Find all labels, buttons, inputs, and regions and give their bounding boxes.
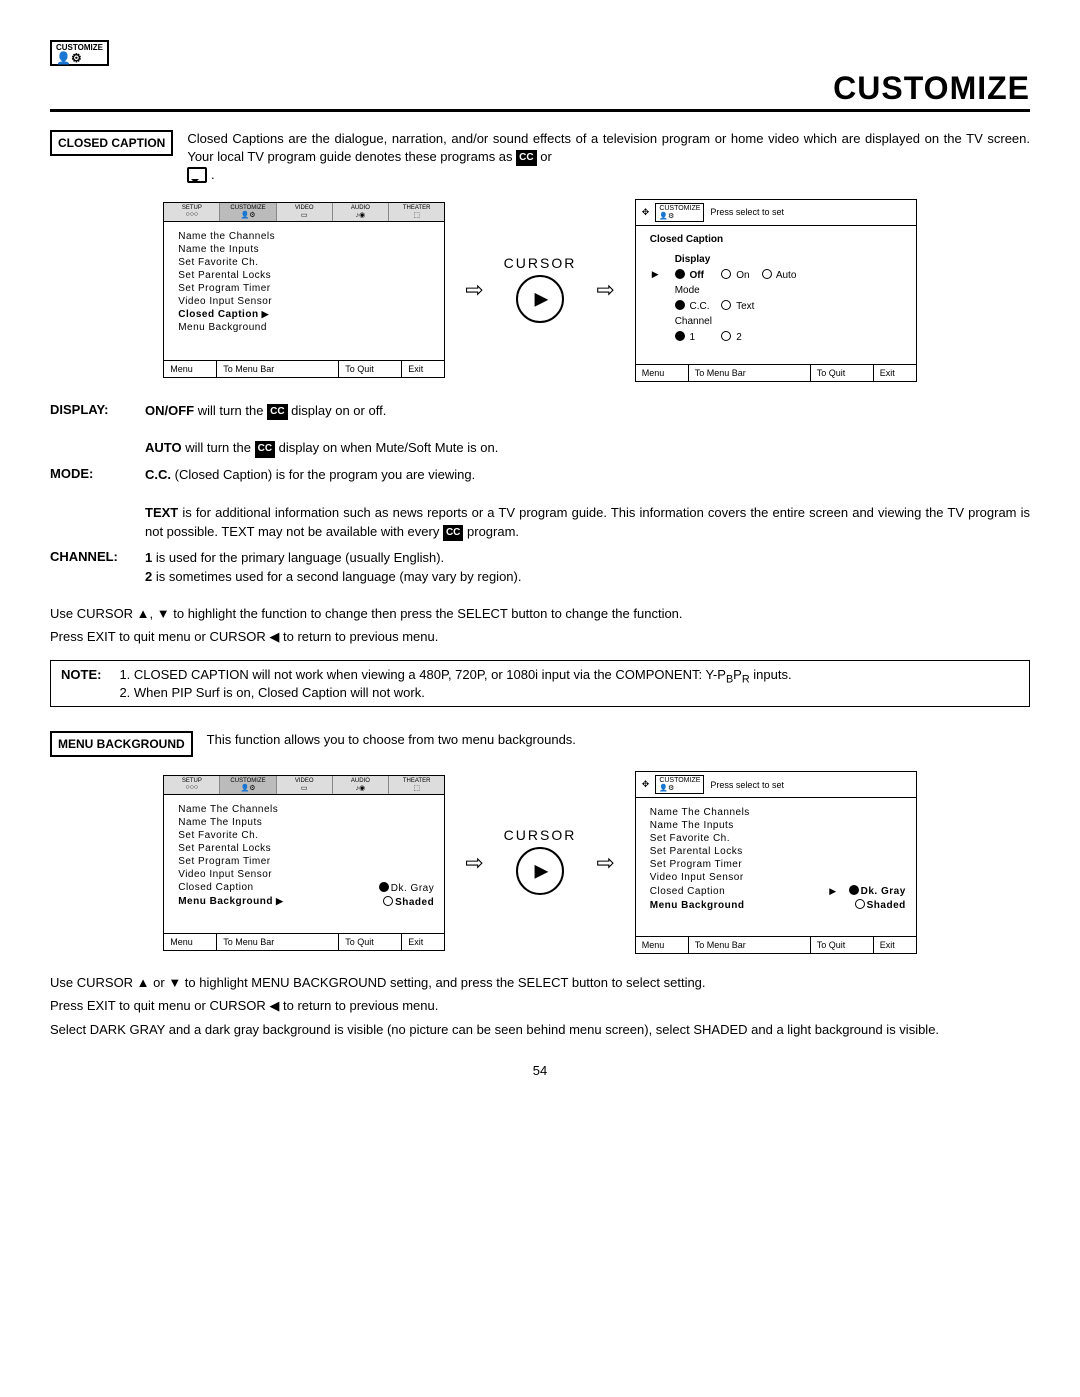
arrow-icon: ⇨	[596, 277, 614, 303]
menu-item[interactable]: Name the Channels	[178, 230, 434, 243]
cc-instruction-1: Use CURSOR ▲, ▼ to highlight the functio…	[50, 605, 1030, 623]
mb-instruction-1: Use CURSOR ▲ or ▼ to highlight MENU BACK…	[50, 974, 1030, 992]
foot-menu: Menu	[164, 361, 217, 377]
arrow-icon: ⇨	[465, 277, 483, 303]
cc-instruction-2: Press EXIT to quit menu or CURSOR ◀ to r…	[50, 628, 1030, 646]
foot-quit: To Quit	[339, 361, 402, 377]
corner-customize-icon: CUSTOMIZE👤⚙	[50, 40, 109, 66]
cc-badge-icon: CC	[516, 150, 536, 166]
speech-bubble-icon	[187, 167, 207, 183]
arrow-icon: ⇨	[465, 850, 483, 876]
term-channel: CHANNEL:	[50, 549, 145, 587]
menu-item[interactable]: Name the Inputs	[178, 243, 434, 256]
tab-setup[interactable]: SETUP○○○	[164, 203, 220, 221]
cursor-right-button[interactable]	[516, 847, 564, 895]
cursor-label: CURSOR	[504, 255, 577, 271]
note-box: NOTE: 1. CLOSED CAPTION will not work wh…	[50, 660, 1030, 708]
desc-mode: C.C. (Closed Caption) is for the program…	[145, 466, 1030, 541]
osd-customize-menu: SETUP○○○ CUSTOMIZE👤⚙ VIDEO▭ AUDIO♪◉ THEA…	[163, 202, 445, 378]
page-title: CUSTOMIZE	[50, 70, 1030, 112]
desc-channel: 1 is used for the primary language (usua…	[145, 549, 1030, 587]
mb-instruction-2: Press EXIT to quit menu or CURSOR ◀ to r…	[50, 997, 1030, 1015]
mb-instruction-3: Select DARK GRAY and a dark gray backgro…	[50, 1021, 1030, 1039]
foot-exit: Exit	[402, 361, 444, 377]
term-display: DISPLAY:	[50, 402, 145, 459]
osd-mb-right: ✥ CUSTOMIZE👤⚙ Press select to set Name T…	[635, 771, 917, 954]
menu-item[interactable]: Set Favorite Ch.	[178, 256, 434, 269]
arrow-icon: ⇨	[596, 850, 614, 876]
menu-item[interactable]: Menu Background	[178, 321, 434, 334]
mb-intro: This function allows you to choose from …	[207, 731, 576, 749]
cc-intro-text: Closed Captions are the dialogue, narrat…	[187, 130, 1030, 185]
osd-mb-left: SETUP○○○ CUSTOMIZE👤⚙ VIDEO▭ AUDIO♪◉ THEA…	[163, 775, 445, 951]
menu-item[interactable]: Set Program Timer	[178, 282, 434, 295]
menu-item-selected[interactable]: Closed Caption	[178, 308, 434, 321]
tab-theater[interactable]: THEATER⬚	[389, 203, 444, 221]
cc-submenu-title: Closed Caption	[650, 234, 906, 245]
tab-customize[interactable]: CUSTOMIZE👤⚙	[220, 203, 276, 221]
osd-cc-settings: ✥ CUSTOMIZE👤⚙ Press select to set Closed…	[635, 199, 917, 382]
mini-customize-icon: CUSTOMIZE👤⚙	[655, 203, 704, 222]
term-mode: MODE:	[50, 466, 145, 541]
desc-display: ON/OFF will turn the CC display on or of…	[145, 402, 1030, 459]
foot-bar: To Menu Bar	[217, 361, 339, 377]
press-select-text: Press select to set	[710, 207, 784, 217]
menu-item[interactable]: Video Input Sensor	[178, 295, 434, 308]
menu-background-heading: MENU BACKGROUND	[50, 731, 193, 757]
tab-video[interactable]: VIDEO▭	[277, 203, 333, 221]
cursor-right-button[interactable]	[516, 275, 564, 323]
tab-audio[interactable]: AUDIO♪◉	[333, 203, 389, 221]
closed-caption-heading: CLOSED CAPTION	[50, 130, 173, 156]
menu-item[interactable]: Set Parental Locks	[178, 269, 434, 282]
page-number: 54	[50, 1063, 1030, 1078]
